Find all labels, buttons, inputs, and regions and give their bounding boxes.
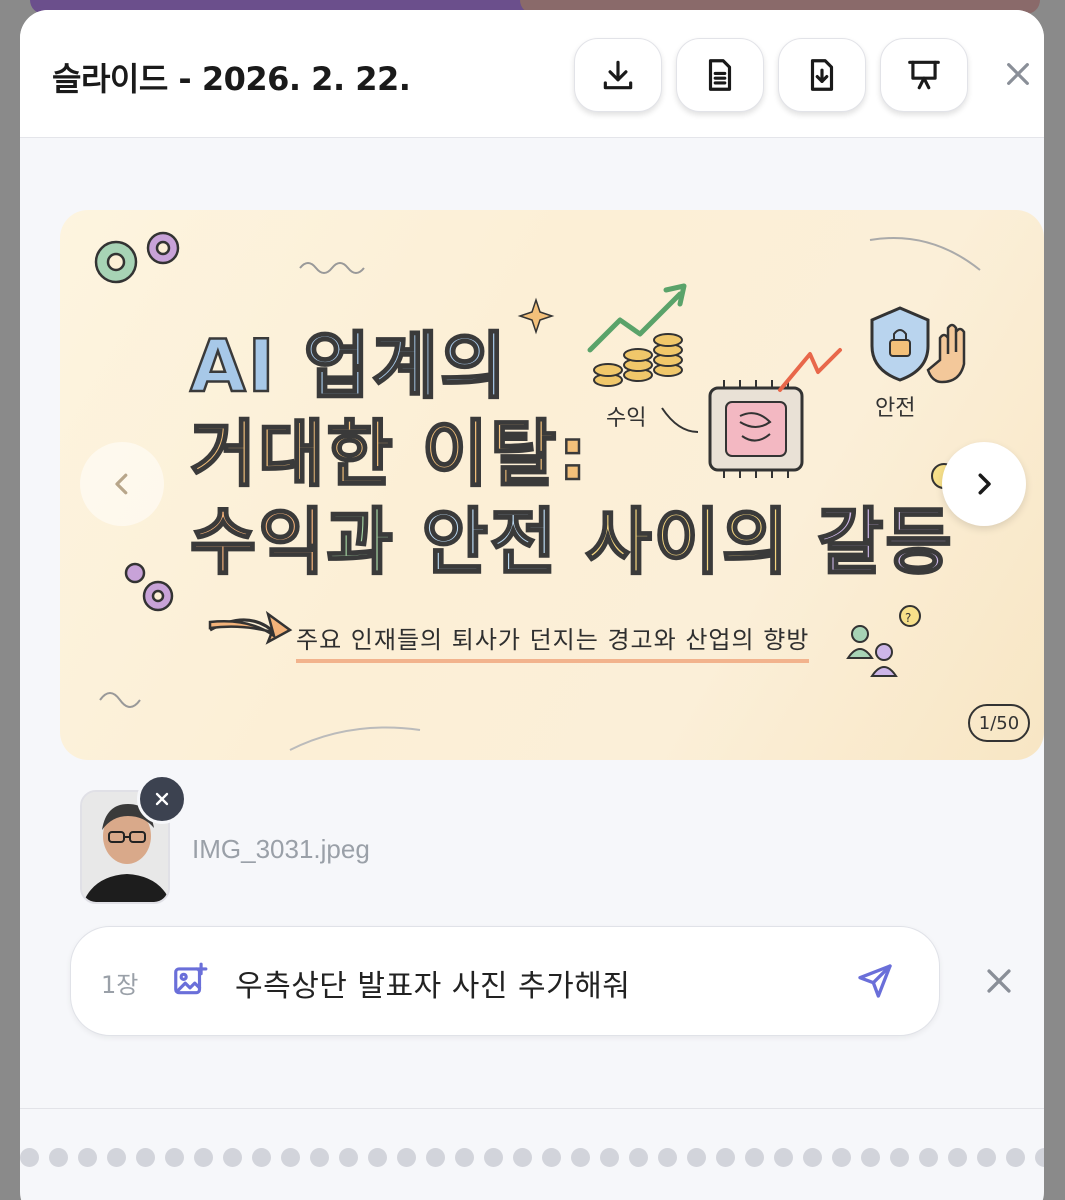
pagination-dot[interactable] [687,1148,706,1167]
gear-icon [146,231,180,265]
pagination-dot[interactable] [223,1148,242,1167]
pagination-dot[interactable] [716,1148,735,1167]
pagination-dot[interactable] [1035,1148,1044,1167]
pagination-dot[interactable] [339,1148,358,1167]
pagination-dot[interactable] [542,1148,561,1167]
slide-subtitle: 주요 인재들의 퇴사가 던지는 경고와 산업의 향방 [296,620,810,663]
presentation-button[interactable] [880,38,968,112]
pagination-dot[interactable] [107,1148,126,1167]
pagination-dot[interactable] [165,1148,184,1167]
pagination-dot[interactable] [426,1148,445,1167]
pagination-dot[interactable] [455,1148,474,1167]
pagination-dot[interactable] [890,1148,909,1167]
chevron-right-icon [978,473,991,495]
pagination-dot[interactable] [948,1148,967,1167]
page-title: 슬라이드 - 2026. 2. 22. [52,60,411,98]
gear-icon [124,562,174,612]
pagination-dot[interactable] [484,1148,503,1167]
pagination-dot[interactable] [600,1148,619,1167]
gear-icon [94,240,138,284]
document-button[interactable] [676,38,764,112]
pagination-dot[interactable] [658,1148,677,1167]
document-icon [708,59,732,91]
slide-title-line2: 거대한 이탈: [189,411,590,498]
slide-title-line1: AI 업계의 [189,323,509,410]
modal-header: 슬라이드 - 2026. 2. 22. [20,10,1044,138]
pagination-dot[interactable] [977,1148,996,1167]
presentation-icon [908,60,940,90]
slide-preview[interactable]: ? AI 업계의 거대한 이탈: 수익과 안전 사이의 갈등 수익 안전 주요 … [60,210,1044,760]
clear-input-icon[interactable] [982,964,1016,998]
download-icon [603,60,633,90]
pagination-dot[interactable] [252,1148,271,1167]
slide-modal: 슬라이드 - 2026. 2. 22. ? AI 업계의 거대한 이탈: 수익과… [20,10,1044,1200]
previous-slide-button[interactable] [80,442,164,526]
pagination-dot[interactable] [310,1148,329,1167]
download-button[interactable] [574,38,662,112]
send-icon[interactable] [855,961,895,1001]
remove-attachment-button[interactable] [137,774,187,824]
slide-title-line3: 수익과 안전 사이의 갈등 [189,499,954,586]
attachment-file-name: IMG_3031.jpeg [192,834,370,864]
pagination-dot[interactable] [136,1148,155,1167]
slide-title: AI 업계의 거대한 이탈: 수익과 안전 사이의 갈등 [189,322,954,586]
pagination-dot[interactable] [774,1148,793,1167]
prompt-text[interactable]: 우측상단 발표자 사진 추가해줘 [235,961,630,1005]
pagination-dot[interactable] [571,1148,590,1167]
file-download-button[interactable] [778,38,866,112]
pagination-dot[interactable] [745,1148,764,1167]
pagination-dot[interactable] [20,1148,39,1167]
add-image-icon[interactable] [171,961,209,999]
slide-pagination-dots [20,1148,1044,1168]
svg-text:?: ? [905,611,911,625]
prompt-input-bar[interactable]: 1장 우측상단 발표자 사진 추가해줘 [70,926,940,1036]
pagination-dot[interactable] [861,1148,880,1167]
pagination-dot[interactable] [1006,1148,1025,1167]
pagination-dot[interactable] [629,1148,648,1167]
next-slide-button[interactable] [942,442,1026,526]
pagination-dot[interactable] [49,1148,68,1167]
close-icon [155,792,169,806]
pagination-dot[interactable] [803,1148,822,1167]
chevron-left-icon [115,473,128,495]
file-download-icon [810,59,834,91]
pagination-dot[interactable] [78,1148,97,1167]
pagination-dot[interactable] [919,1148,938,1167]
pagination-dot[interactable] [194,1148,213,1167]
slide-label-safety: 안전 [875,396,916,421]
slide-reference: 1장 [101,971,139,999]
pagination-dot[interactable] [368,1148,387,1167]
slide-label-income: 수익 [606,406,647,431]
pagination-dot[interactable] [513,1148,532,1167]
pagination-dot[interactable] [832,1148,851,1167]
footer-divider [20,1108,1044,1109]
slide-page-badge: 1/50 [968,704,1030,742]
close-button[interactable] [998,54,1038,94]
close-icon [1007,63,1029,85]
pagination-dot[interactable] [397,1148,416,1167]
pagination-dot[interactable] [281,1148,300,1167]
